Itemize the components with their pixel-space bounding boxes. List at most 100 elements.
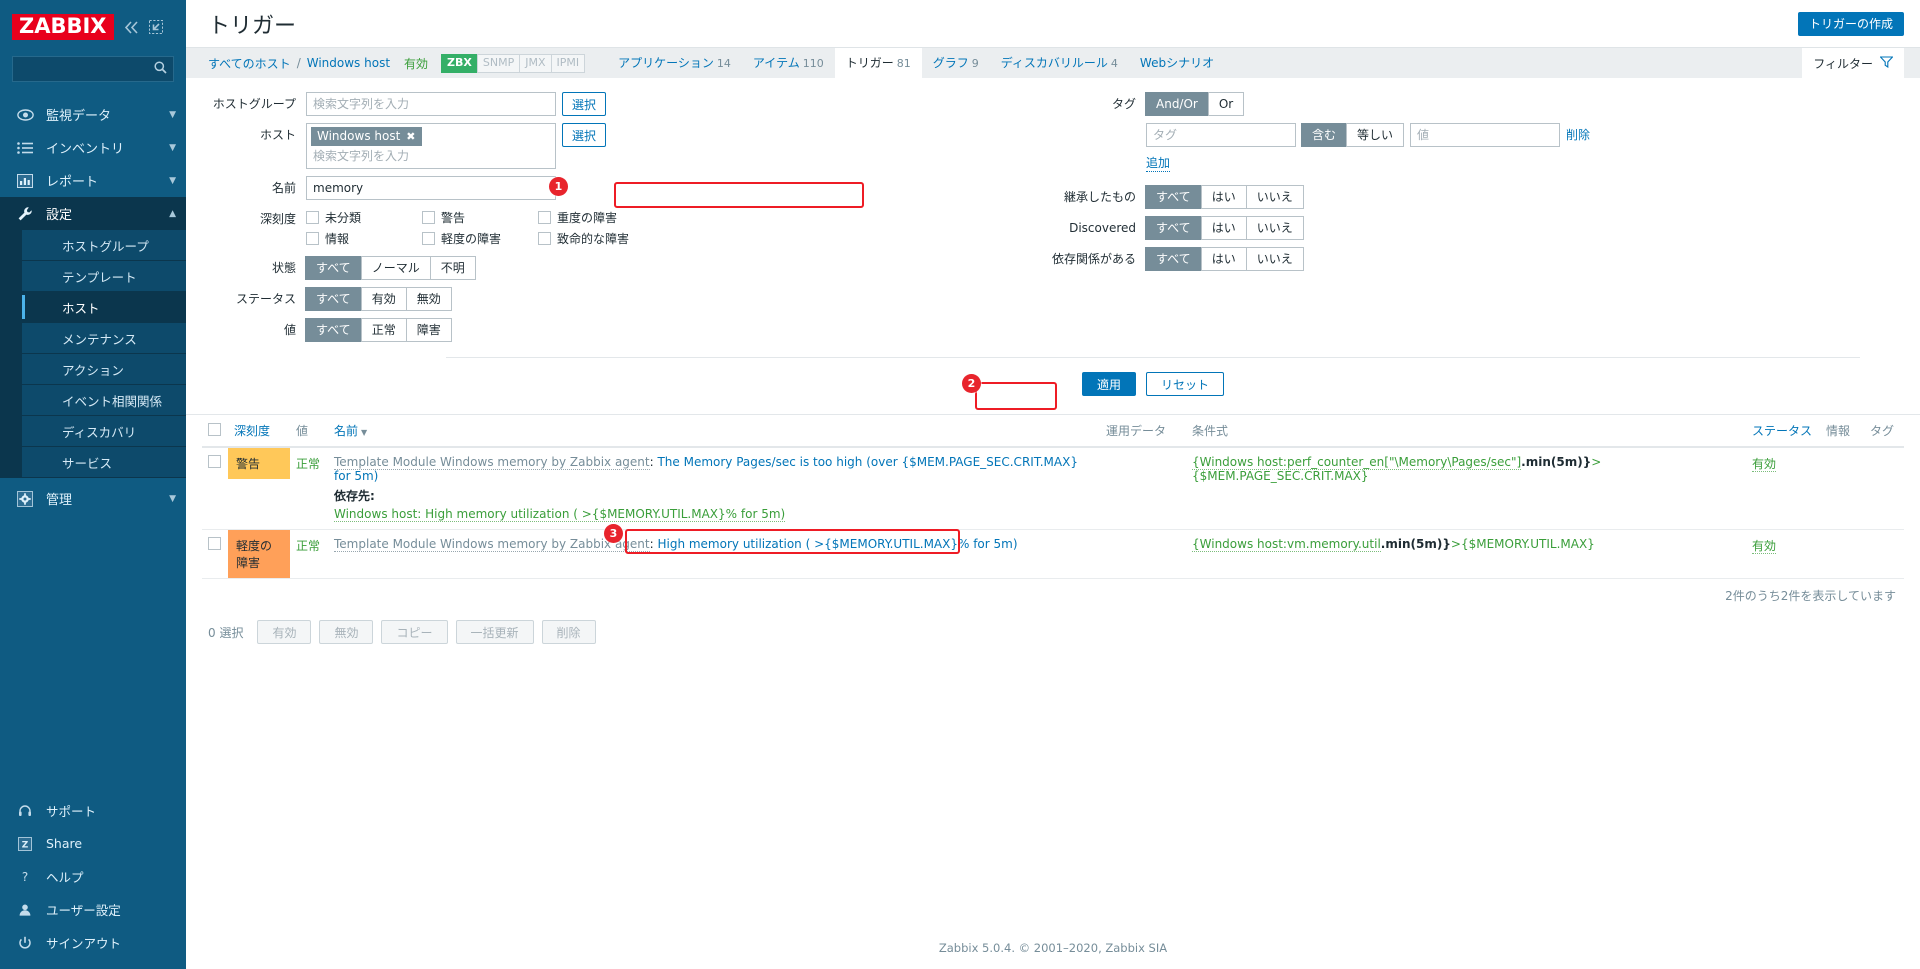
host-multiselect[interactable]: Windows host ✖ xyxy=(306,123,556,169)
tag-add-link[interactable]: 追加 xyxy=(1146,154,1171,172)
tag-value-input[interactable] xyxy=(1410,123,1561,147)
row-checkbox[interactable] xyxy=(208,455,221,468)
tags-evaltype-or[interactable]: Or xyxy=(1207,92,1245,116)
status-option-disabled[interactable]: 無効 xyxy=(405,287,452,311)
tab-web-scenarios[interactable]: Webシナリオ xyxy=(1129,48,1228,79)
checkbox-icon[interactable] xyxy=(538,232,551,245)
tag-remove-link[interactable]: 削除 xyxy=(1566,123,1590,147)
sidebar-item-discovery[interactable]: ディスカバリ xyxy=(22,416,186,447)
breadcrumb-all-hosts[interactable]: すべてのホスト xyxy=(208,55,291,72)
severity-option-disaster[interactable]: 致命的な障害 xyxy=(538,228,654,249)
inherited-option-all[interactable]: すべて xyxy=(1145,185,1202,209)
sidebar-item-configuration[interactable]: 設定 ▲ xyxy=(0,197,186,230)
status-badge[interactable]: 有効 xyxy=(1752,539,1777,554)
dependency-option-no[interactable]: いいえ xyxy=(1245,247,1304,271)
dependency-link[interactable]: Windows host: High memory utilization ( … xyxy=(334,507,786,522)
discovered-option-yes[interactable]: はい xyxy=(1200,216,1247,240)
tab-triggers[interactable]: トリガー 81 xyxy=(834,47,922,79)
search-icon[interactable] xyxy=(154,61,167,77)
discovered-option-no[interactable]: いいえ xyxy=(1245,216,1304,240)
header-name[interactable]: 名前 ▼ xyxy=(328,415,1100,448)
close-icon[interactable]: ✖ xyxy=(406,129,415,144)
search-input[interactable] xyxy=(12,56,174,82)
tags-evaltype-andor[interactable]: And/Or xyxy=(1145,92,1209,116)
tag-name-input[interactable] xyxy=(1146,123,1296,147)
state-option-normal[interactable]: ノーマル xyxy=(360,256,431,280)
breadcrumb-host[interactable]: Windows host xyxy=(307,56,390,70)
sidebar-item-monitoring[interactable]: 監視データ ▼ xyxy=(0,98,186,131)
status-option-all[interactable]: すべて xyxy=(305,287,362,311)
sidebar-item-maintenance[interactable]: メンテナンス xyxy=(22,323,186,354)
tab-items[interactable]: アイテム 110 xyxy=(742,48,835,79)
header-severity[interactable]: 深刻度 xyxy=(228,415,290,448)
status-option-enabled[interactable]: 有効 xyxy=(360,287,407,311)
tab-applications[interactable]: アプリケーション 14 xyxy=(607,48,742,79)
enable-button[interactable]: 有効 xyxy=(257,620,312,644)
sidebar-item-administration[interactable]: 管理 ▼ xyxy=(0,482,186,515)
template-link[interactable]: Template Module Windows memory by Zabbix… xyxy=(334,537,650,552)
sidebar-item-support[interactable]: サポート xyxy=(0,794,186,827)
tab-discovery-rules[interactable]: ディスカバリルール 4 xyxy=(990,48,1129,79)
expression-item-ref[interactable]: {Windows host:vm.memory.util xyxy=(1192,537,1381,552)
checkbox-icon[interactable] xyxy=(422,211,435,224)
dependency-option-all[interactable]: すべて xyxy=(1145,247,1202,271)
inherited-option-yes[interactable]: はい xyxy=(1200,185,1247,209)
create-trigger-button[interactable]: トリガーの作成 xyxy=(1797,11,1904,36)
checkbox-icon[interactable] xyxy=(422,232,435,245)
sidebar-item-inventory[interactable]: インベントリ ▼ xyxy=(0,131,186,164)
hide-sidebar-icon[interactable] xyxy=(148,20,163,34)
sidebar-item-templates[interactable]: テンプレート xyxy=(22,261,186,292)
mass-update-button[interactable]: 一括更新 xyxy=(455,620,534,644)
tag-operator-equals[interactable]: 等しい xyxy=(1346,123,1405,147)
sidebar-item-share[interactable]: Z Share xyxy=(0,827,186,860)
value-option-ok[interactable]: 正常 xyxy=(360,318,407,342)
copy-button[interactable]: コピー xyxy=(381,620,448,644)
filter-toggle-button[interactable]: フィルター xyxy=(1802,48,1904,79)
reset-button[interactable]: リセット xyxy=(1146,372,1225,396)
sidebar-item-help[interactable]: ? ヘルプ xyxy=(0,860,186,893)
severity-option-information[interactable]: 情報 xyxy=(306,228,422,249)
disable-button[interactable]: 無効 xyxy=(319,620,374,644)
host-select-button[interactable]: 選択 xyxy=(562,123,607,147)
select-all-checkbox[interactable] xyxy=(208,422,221,436)
header-status[interactable]: ステータス xyxy=(1746,415,1820,448)
sidebar-item-host-groups[interactable]: ホストグループ xyxy=(22,230,186,261)
severity-option-not-classified[interactable]: 未分類 xyxy=(306,207,422,228)
dependency-option-yes[interactable]: はい xyxy=(1200,247,1247,271)
template-link[interactable]: Template Module Windows memory by Zabbix… xyxy=(334,455,650,470)
expression-item-ref[interactable]: {Windows host:perf_counter_en["\Memory\P… xyxy=(1192,455,1522,470)
tag-operator-contains[interactable]: 含む xyxy=(1301,123,1348,147)
sidebar-item-hosts[interactable]: ホスト xyxy=(22,292,186,323)
sidebar-item-services[interactable]: サービス xyxy=(22,447,186,478)
host-group-select-button[interactable]: 選択 xyxy=(562,92,607,116)
sidebar-item-actions[interactable]: アクション xyxy=(22,354,186,385)
sidebar-item-sign-out[interactable]: サインアウト xyxy=(0,926,186,959)
severity-option-average[interactable]: 軽度の障害 xyxy=(422,228,538,249)
checkbox-icon[interactable] xyxy=(306,232,319,245)
checkbox-icon[interactable] xyxy=(538,211,551,224)
value-option-all[interactable]: すべて xyxy=(305,318,362,342)
severity-option-warning[interactable]: 警告 xyxy=(422,207,538,228)
apply-button[interactable]: 適用 xyxy=(1081,372,1136,396)
host-chip[interactable]: Windows host ✖ xyxy=(311,127,422,146)
inherited-option-no[interactable]: いいえ xyxy=(1245,185,1304,209)
severity-option-high[interactable]: 重度の障害 xyxy=(538,207,654,228)
row-checkbox[interactable] xyxy=(208,537,221,550)
value-option-problem[interactable]: 障害 xyxy=(405,318,452,342)
discovered-option-all[interactable]: すべて xyxy=(1145,216,1202,240)
state-option-unknown[interactable]: 不明 xyxy=(429,256,476,280)
delete-button[interactable]: 削除 xyxy=(541,620,596,644)
status-badge[interactable]: 有効 xyxy=(1752,457,1777,472)
host-group-input[interactable] xyxy=(306,92,556,116)
name-filter-field[interactable] xyxy=(306,176,556,200)
checkbox-icon[interactable] xyxy=(306,211,319,224)
sidebar-item-user-settings[interactable]: ユーザー設定 xyxy=(0,893,186,926)
trigger-name-link[interactable]: High memory utilization ( >{$MEMORY.UTIL… xyxy=(657,537,1017,551)
host-search-input[interactable] xyxy=(311,146,542,163)
tab-graphs[interactable]: グラフ 9 xyxy=(922,48,990,79)
state-option-all[interactable]: すべて xyxy=(305,256,362,280)
sidebar-item-event-correlation[interactable]: イベント相関関係 xyxy=(22,385,186,416)
sidebar-item-reports[interactable]: レポート ▼ xyxy=(0,164,186,197)
collapse-sidebar-icon[interactable] xyxy=(124,20,139,34)
host-status-label[interactable]: 有効 xyxy=(404,55,428,72)
